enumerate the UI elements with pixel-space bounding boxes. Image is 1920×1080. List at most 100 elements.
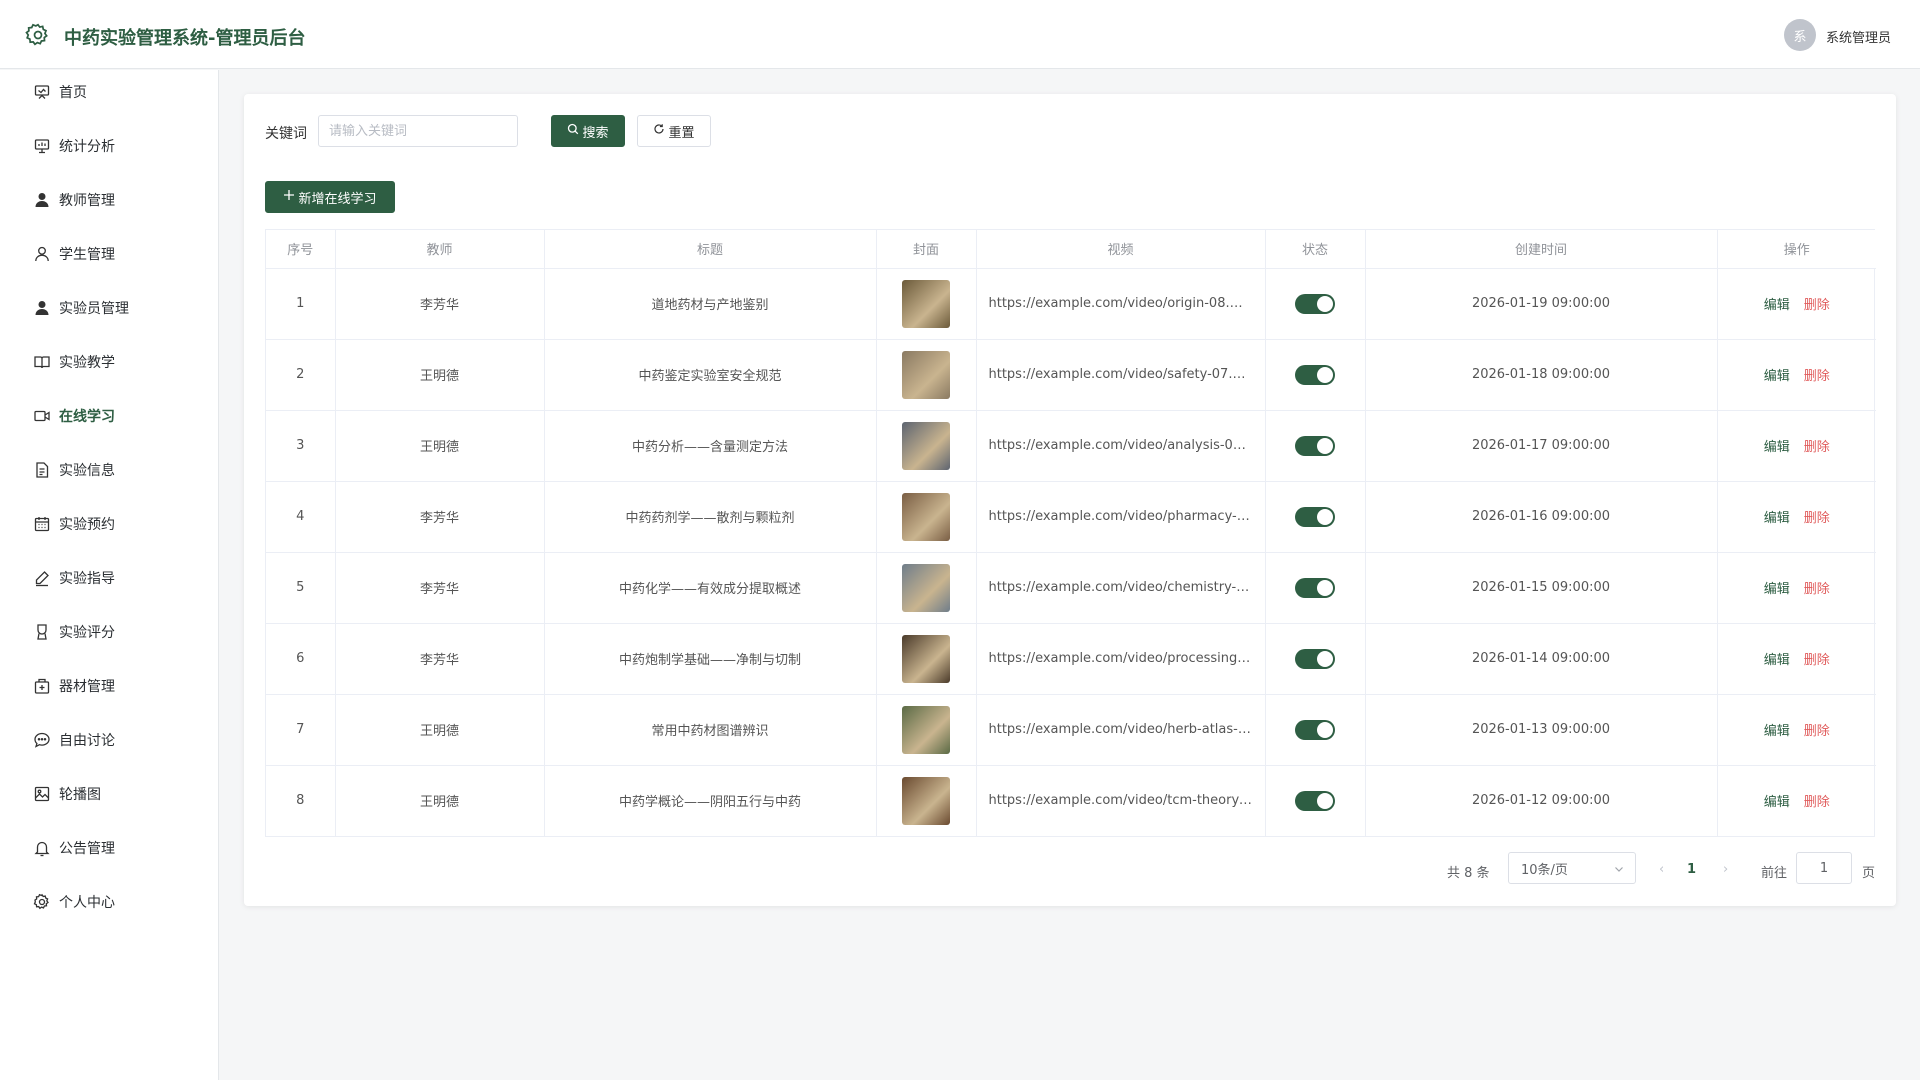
sidebar-item-label: 轮播图: [59, 787, 101, 803]
sidebar-item-1[interactable]: 统计分析: [0, 126, 219, 166]
chart-icon: [33, 137, 51, 155]
cell-title: 常用中药材图谱辨识: [544, 694, 877, 766]
table-row: 4 李芳华 中药药剂学——散剂与颗粒剂 https://example.com/vid…: [266, 481, 1876, 553]
edit-button[interactable]: 编辑: [1764, 298, 1790, 313]
sidebar-item-label: 公告管理: [59, 841, 115, 857]
search-button[interactable]: 搜索: [551, 115, 625, 147]
edit-button[interactable]: 编辑: [1764, 369, 1790, 384]
delete-button[interactable]: 删除: [1804, 511, 1830, 526]
status-toggle[interactable]: [1295, 719, 1335, 740]
cell-no: 1: [266, 268, 336, 340]
column-header: 状态: [1265, 230, 1366, 269]
sidebar-item-8[interactable]: 实验预约: [0, 504, 219, 544]
user-icon: [33, 245, 51, 263]
sidebar-item-2[interactable]: 教师管理: [0, 180, 219, 220]
reset-button[interactable]: 重置: [637, 115, 711, 147]
delete-button[interactable]: 删除: [1804, 582, 1830, 597]
gear-logo-icon: [25, 22, 51, 48]
sidebar-item-5[interactable]: 实验教学: [0, 342, 219, 382]
sidebar-item-13[interactable]: 轮播图: [0, 774, 219, 814]
cover-thumbnail[interactable]: [902, 492, 950, 541]
edit-button[interactable]: 编辑: [1764, 511, 1790, 526]
pagination-prev-button[interactable]: ‹: [1659, 862, 1664, 877]
sidebar-item-3[interactable]: 学生管理: [0, 234, 219, 274]
bell-icon: [33, 839, 51, 857]
status-toggle[interactable]: [1295, 577, 1335, 598]
calendar-icon: [33, 515, 51, 533]
cell-no: 5: [266, 552, 336, 624]
cell-video: https://example.com/video/processing-03.…: [976, 623, 1266, 695]
book-icon: [33, 353, 51, 371]
pagination-page-label: 页: [1862, 866, 1876, 881]
delete-button[interactable]: 删除: [1804, 369, 1830, 384]
user-name[interactable]: 系统管理员: [1826, 27, 1891, 46]
pagination-goto-input[interactable]: [1796, 852, 1852, 884]
edit-button[interactable]: 编辑: [1764, 582, 1790, 597]
pagination-next-button[interactable]: ›: [1723, 862, 1728, 877]
edit-pen-icon: [33, 569, 51, 587]
sidebar-item-label: 统计分析: [59, 139, 115, 155]
keyword-input[interactable]: [318, 115, 518, 147]
cell-video: https://example.com/video/analysis-06.mp…: [976, 410, 1266, 482]
cover-thumbnail[interactable]: [902, 776, 950, 825]
status-toggle[interactable]: [1295, 506, 1335, 527]
edit-button[interactable]: 编辑: [1764, 653, 1790, 668]
sidebar-item-label: 自由讨论: [59, 733, 115, 749]
edit-button[interactable]: 编辑: [1764, 724, 1790, 739]
cell-cover: [876, 765, 977, 836]
cell-teacher: 王明德: [335, 694, 545, 766]
cell-no: 8: [266, 765, 336, 836]
cover-thumbnail[interactable]: [902, 421, 950, 470]
cell-teacher: 王明德: [335, 410, 545, 482]
sidebar-item-4[interactable]: 实验员管理: [0, 288, 219, 328]
page-size-select[interactable]: 10条/页: [1508, 852, 1636, 884]
sidebar-item-15[interactable]: 个人中心: [0, 882, 219, 922]
cell-teacher: 王明德: [335, 339, 545, 411]
avatar[interactable]: 系: [1784, 19, 1816, 51]
sidebar-item-label: 实验教学: [59, 355, 115, 371]
delete-button[interactable]: 删除: [1804, 653, 1830, 668]
add-online-learning-button[interactable]: 新增在线学习: [265, 181, 395, 213]
status-toggle[interactable]: [1295, 364, 1335, 385]
cover-thumbnail[interactable]: [902, 279, 950, 328]
cover-thumbnail[interactable]: [902, 634, 950, 683]
sidebar-item-11[interactable]: 器材管理: [0, 666, 219, 706]
sidebar-item-0[interactable]: 首页: [0, 72, 219, 112]
sidebar-item-7[interactable]: 实验信息: [0, 450, 219, 490]
sidebar-item-10[interactable]: 实验评分: [0, 612, 219, 652]
document-icon: [33, 461, 51, 479]
cover-thumbnail[interactable]: [902, 705, 950, 754]
chat-icon: [33, 731, 51, 749]
cell-created: 2026-01-18 09:00:00: [1365, 339, 1718, 411]
sidebar-item-6[interactable]: 在线学习: [0, 396, 219, 436]
status-toggle[interactable]: [1295, 790, 1335, 811]
sidebar-item-label: 教师管理: [59, 193, 115, 209]
delete-button[interactable]: 删除: [1804, 440, 1830, 455]
pagination-total: 共 8 条: [1447, 866, 1490, 881]
app-title: 中药实验管理系统-管理员后台: [64, 28, 306, 49]
sidebar-item-14[interactable]: 公告管理: [0, 828, 219, 868]
status-toggle[interactable]: [1295, 293, 1335, 314]
sidebar-item-9[interactable]: 实验指导: [0, 558, 219, 598]
cell-actions: 编辑 删除: [1717, 481, 1876, 553]
video-camera-icon: [33, 407, 51, 425]
delete-button[interactable]: 删除: [1804, 298, 1830, 313]
cell-teacher: 李芳华: [335, 552, 545, 624]
status-toggle[interactable]: [1295, 648, 1335, 669]
cover-thumbnail[interactable]: [902, 563, 950, 612]
cover-thumbnail[interactable]: [902, 350, 950, 399]
sidebar-item-label: 实验员管理: [59, 301, 129, 317]
cell-video: https://example.com/video/chemistry-04.m…: [976, 552, 1266, 624]
delete-button[interactable]: 删除: [1804, 795, 1830, 810]
status-toggle[interactable]: [1295, 435, 1335, 456]
cell-no: 2: [266, 339, 336, 411]
edit-button[interactable]: 编辑: [1764, 795, 1790, 810]
edit-button[interactable]: 编辑: [1764, 440, 1790, 455]
cell-teacher: 李芳华: [335, 268, 545, 340]
cell-status: [1265, 410, 1366, 482]
cell-created: 2026-01-13 09:00:00: [1365, 694, 1718, 766]
pagination-current-page[interactable]: 1: [1687, 862, 1696, 877]
cell-cover: [876, 410, 977, 482]
sidebar-item-12[interactable]: 自由讨论: [0, 720, 219, 760]
delete-button[interactable]: 删除: [1804, 724, 1830, 739]
